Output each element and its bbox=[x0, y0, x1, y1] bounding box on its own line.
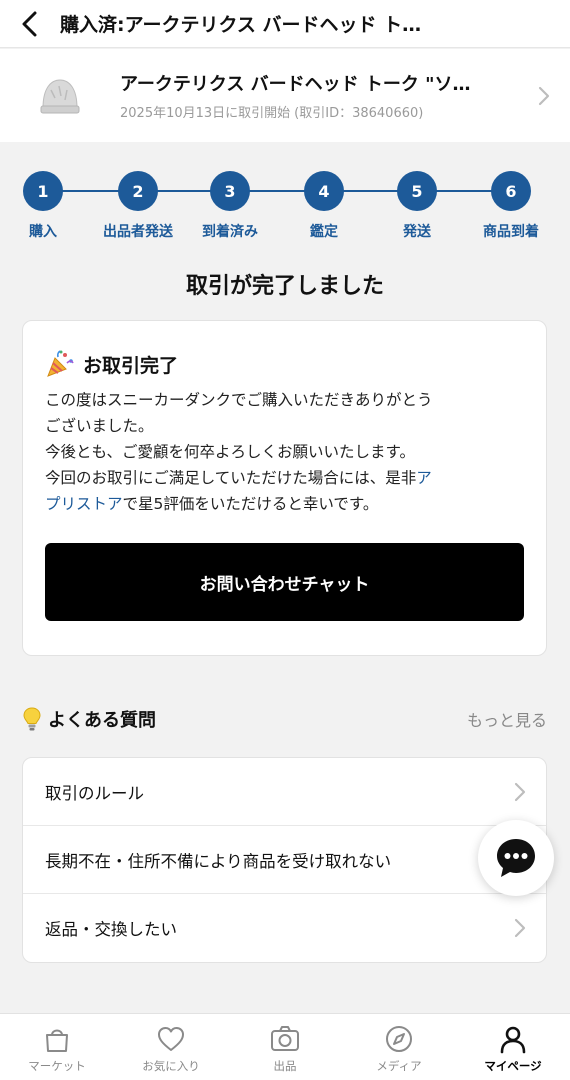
tab-label: マイページ bbox=[484, 1059, 542, 1073]
chevron-right-icon bbox=[538, 86, 550, 105]
app-store-link[interactable]: ア bbox=[416, 469, 432, 487]
faq-title-text: よくある質問 bbox=[48, 710, 156, 731]
floating-chat-button[interactable] bbox=[478, 820, 554, 896]
faq-more-link[interactable]: もっと見る bbox=[467, 707, 547, 731]
message-line: 今回のお取引にご満足していただけた場合には、是非ア bbox=[45, 465, 524, 491]
step-label: 発送 bbox=[403, 224, 431, 240]
chevron-left-icon bbox=[22, 11, 37, 36]
faq-item-label: 長期不在・住所不備により商品を受け取れない bbox=[45, 851, 392, 871]
message-text: 今回のお取引にご満足していただけた場合には、是非 bbox=[45, 469, 417, 487]
bag-icon bbox=[46, 1029, 68, 1052]
faq-item-label: 返品・交換したい bbox=[45, 920, 177, 939]
app-store-link[interactable]: プリストア bbox=[45, 495, 123, 513]
step-number: 3 bbox=[210, 171, 250, 211]
step-3: 3 到着済み bbox=[190, 171, 270, 241]
step-number: 5 bbox=[397, 171, 437, 211]
faq-item-return-exchange[interactable]: 返品・交換したい bbox=[23, 894, 546, 962]
tab-label: 出品 bbox=[273, 1059, 297, 1073]
faq-title: よくある質問 bbox=[22, 706, 156, 732]
transaction-start-date: 2025年10月13日に取引開始 bbox=[120, 106, 291, 121]
step-number: 1 bbox=[23, 171, 63, 211]
tab-market[interactable]: マーケット bbox=[0, 1014, 114, 1080]
step-2: 2 出品者発送 bbox=[98, 171, 178, 241]
message-line: プリストアで星5評価をいただけると幸いです。 bbox=[45, 491, 524, 517]
bottom-tab-bar: マーケット お気に入り 出品 メディア マイページ bbox=[0, 1013, 570, 1080]
camera-icon bbox=[271, 1026, 299, 1051]
step-number: 6 bbox=[491, 171, 531, 211]
faq-item-rules[interactable]: 取引のルール bbox=[23, 758, 546, 826]
tab-favorites[interactable]: お気に入り bbox=[114, 1014, 228, 1080]
chevron-right-icon bbox=[514, 782, 526, 801]
progress-stepper: 1 購入 2 出品者発送 3 到着済み 4 鑑定 5 発送 6 商品到着 bbox=[0, 168, 570, 248]
message-text: で星5評価をいただけると幸いです。 bbox=[122, 495, 379, 513]
message-line: 今後とも、ご愛顧を何卒よろしくお願いいたします。 bbox=[45, 443, 415, 461]
step-6: 6 商品到着 bbox=[471, 171, 551, 241]
step-1: 1 購入 bbox=[3, 171, 83, 241]
completion-card: お取引完了 この度はスニーカーダンクでご購入いただきありがとう ございました。 … bbox=[22, 320, 547, 656]
tab-media[interactable]: メディア bbox=[342, 1014, 456, 1080]
back-button[interactable] bbox=[0, 0, 60, 48]
completion-heading: お取引完了 bbox=[45, 349, 524, 379]
step-label: 商品到着 bbox=[483, 224, 539, 240]
message-line: ございました。 bbox=[45, 417, 154, 435]
inquiry-chat-button[interactable]: お問い合わせチャット bbox=[45, 543, 524, 621]
chevron-right-icon bbox=[514, 918, 526, 938]
step-label: 購入 bbox=[29, 224, 57, 240]
faq-list: 取引のルール 長期不在・住所不備により商品を受け取れない 返品・交換したい bbox=[22, 757, 547, 963]
completion-message: この度はスニーカーダンクでご購入いただきありがとう ございました。 今後とも、ご… bbox=[45, 387, 524, 517]
transaction-id: (取引ID：38640660) bbox=[294, 106, 424, 121]
party-popper-icon bbox=[47, 350, 74, 377]
person-icon bbox=[500, 1026, 526, 1054]
completion-heading-text: お取引完了 bbox=[83, 354, 179, 377]
faq-item-label: 取引のルール bbox=[45, 783, 144, 803]
heart-icon bbox=[158, 1027, 184, 1051]
status-title: 取引が完了しました bbox=[185, 274, 384, 299]
step-4: 4 鑑定 bbox=[284, 171, 364, 241]
product-summary-row[interactable]: アークテリクス バードヘッド トーク "ソ… 2025年10月13日に取引開始(… bbox=[0, 49, 570, 142]
step-label: 出品者発送 bbox=[103, 224, 173, 240]
step-number: 4 bbox=[304, 171, 344, 211]
step-label: 鑑定 bbox=[310, 224, 338, 240]
message-line: この度はスニーカーダンクでご購入いただきありがとう bbox=[45, 391, 433, 409]
tab-label: マーケット bbox=[28, 1059, 86, 1073]
tab-mypage[interactable]: マイページ bbox=[456, 1014, 570, 1080]
step-number: 2 bbox=[118, 171, 158, 211]
faq-header: よくある質問 もっと見る bbox=[22, 706, 547, 732]
top-header: 購入済:アークテリクス バードヘッド ト… bbox=[0, 0, 570, 48]
product-meta: 2025年10月13日に取引開始 (取引ID：38640660) bbox=[120, 102, 520, 121]
tab-sell[interactable]: 出品 bbox=[228, 1014, 342, 1080]
chat-bubble-icon bbox=[497, 839, 535, 877]
product-name: アークテリクス バードヘッド トーク "ソ… bbox=[120, 74, 471, 95]
step-label: 到着済み bbox=[202, 224, 258, 240]
product-thumbnail bbox=[0, 49, 120, 142]
compass-icon bbox=[386, 1026, 412, 1052]
faq-item-cannot-receive[interactable]: 長期不在・住所不備により商品を受け取れない bbox=[23, 826, 546, 894]
tab-label: お気に入り bbox=[142, 1059, 200, 1073]
tab-label: メディア bbox=[376, 1059, 422, 1073]
page-title: 購入済:アークテリクス バードヘッド ト… bbox=[60, 14, 422, 36]
step-5: 5 発送 bbox=[377, 171, 457, 241]
lightbulb-icon bbox=[23, 707, 41, 731]
